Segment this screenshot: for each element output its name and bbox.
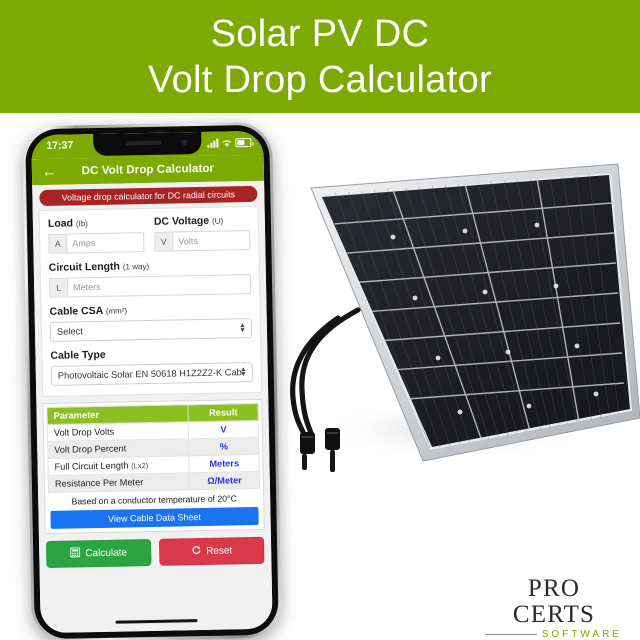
row-parameter-text: Resistance Per Meter [54,477,144,489]
label-circuit-length-sub: (1 way) [122,261,150,272]
chevron-updown-icon: ▲ ▼ [239,366,247,379]
phone-mockup: 17:37 ← DC Volt Drop Calculator Voltage … [22,121,282,640]
brand-logo: PRO CERTS SOFTWARE [486,576,622,640]
cable-csa-select[interactable]: Select ▲ ▼ [49,318,253,342]
subtitle-badge: Voltage drop calculator for DC radial ci… [39,185,258,207]
cable-type-select[interactable]: Photovoltaic Solar EN 50618 H1Z2Z2-K Cab… [50,362,253,386]
page-banner: Solar PV DC Volt Drop Calculator [0,0,640,113]
solar-panel-image [280,150,640,480]
input-group-circuit-length[interactable]: L Meters [48,274,252,298]
banner-title-line-1: Solar PV DC [210,12,430,55]
brand-logo-rule [486,634,537,635]
brand-logo-main: PRO CERTS [512,575,596,628]
load-input[interactable]: Amps [66,232,145,254]
signal-bars-icon [207,138,219,148]
label-cable-csa-sub: (mm²) [105,306,128,316]
wifi-icon [221,138,232,147]
chevron-updown-icon: ▲ ▼ [238,322,247,335]
battery-icon [235,138,252,148]
banner-title-line-2: Volt Drop Calculator [148,58,492,101]
view-cable-data-sheet-button[interactable]: View Cable Data Sheet [50,506,259,529]
row-result: Ω/Meter [189,471,260,490]
brand-logo-sub: SOFTWARE [541,629,622,640]
label-load: Load (Ib) [47,216,144,230]
row-result: % [188,437,259,456]
phone-screen: 17:37 ← DC Volt Drop Calculator Voltage … [31,130,273,634]
refresh-icon [191,545,201,558]
row-parameter-text: Volt Drop Percent [54,443,127,455]
speaker-icon [125,140,162,146]
row-result: V [188,420,259,439]
label-cable-csa: Cable CSA (mm²) [49,302,251,318]
action-buttons: Calculate Reset [45,536,265,569]
field-dc-voltage: DC Voltage (U) V Volts [154,214,251,252]
row-result: Meters [189,454,260,473]
prefix-circuit-length: L [48,277,68,298]
status-icons [207,136,252,148]
results-table: Parameter Result Volt Drop Volts V Volt … [46,403,260,493]
input-group-dc-voltage[interactable]: V Volts [154,230,251,252]
circuit-length-input[interactable]: Meters [66,274,252,298]
label-cable-csa-text: Cable CSA [49,304,103,318]
calculate-button[interactable]: Calculate [45,539,152,569]
field-cable-csa: Cable CSA (mm²) Select ▲ ▼ [49,302,253,342]
row-parameter: Resistance Per Meter [48,472,190,493]
label-cable-type-text: Cable Type [50,348,106,362]
calculator-icon [70,547,81,560]
label-circuit-length-text: Circuit Length [48,260,121,274]
label-dc-voltage-sub: (U) [211,216,224,226]
cable-csa-selected-value: Select [56,326,83,337]
label-load-sub: (Ib) [75,219,89,229]
home-indicator [115,618,198,624]
row-parameter-text: Full Circuit Length [54,460,129,472]
dc-voltage-input[interactable]: Volts [172,230,251,252]
row-parameter-sub: (Lx2) [131,461,149,471]
app-title: DC Volt Drop Calculator [81,162,215,178]
results-col-result: Result [188,403,259,422]
page-root: Solar PV DC Volt Drop Calculator 17:37 ←… [0,0,640,640]
app-content: Voltage drop calculator for DC radial ci… [32,180,273,634]
calculate-button-label: Calculate [85,547,128,560]
results-table-body: Volt Drop Volts V Volt Drop Percent % Fu… [47,420,260,493]
prefix-load: A [48,233,67,254]
brand-logo-sub-row: SOFTWARE [486,629,622,640]
status-time: 17:37 [46,139,74,152]
field-row-load-voltage: Load (Ib) A Amps DC Voltage (U) V Volts [48,214,251,262]
field-circuit-length: Circuit Length (1 way) L Meters [49,258,252,298]
input-group-load[interactable]: A Amps [48,232,145,254]
reset-button-label: Reset [206,545,233,557]
field-cable-type: Cable Type Photovoltaic Solar EN 50618 H… [50,346,253,386]
label-circuit-length: Circuit Length (1 way) [49,258,251,274]
reset-button[interactable]: Reset [158,536,265,566]
phone-notch [93,131,202,157]
prefix-dc-voltage: V [154,231,173,252]
label-dc-voltage: DC Voltage (U) [154,214,250,228]
label-cable-type: Cable Type [50,346,252,362]
front-camera-icon [181,139,188,146]
back-arrow-icon[interactable]: ← [42,163,57,180]
results-panel: Parameter Result Volt Drop Volts V Volt … [42,398,265,535]
label-dc-voltage-text: DC Voltage [153,214,210,228]
field-load: Load (Ib) A Amps [48,216,145,254]
label-load-text: Load [47,217,74,230]
input-form-panel: Load (Ib) A Amps DC Voltage (U) V Volts … [38,205,263,398]
cable-type-selected-value: Photovoltaic Solar EN 50618 H1Z2Z2-K Cab [57,367,242,381]
row-parameter-text: Volt Drop Volts [53,426,115,438]
